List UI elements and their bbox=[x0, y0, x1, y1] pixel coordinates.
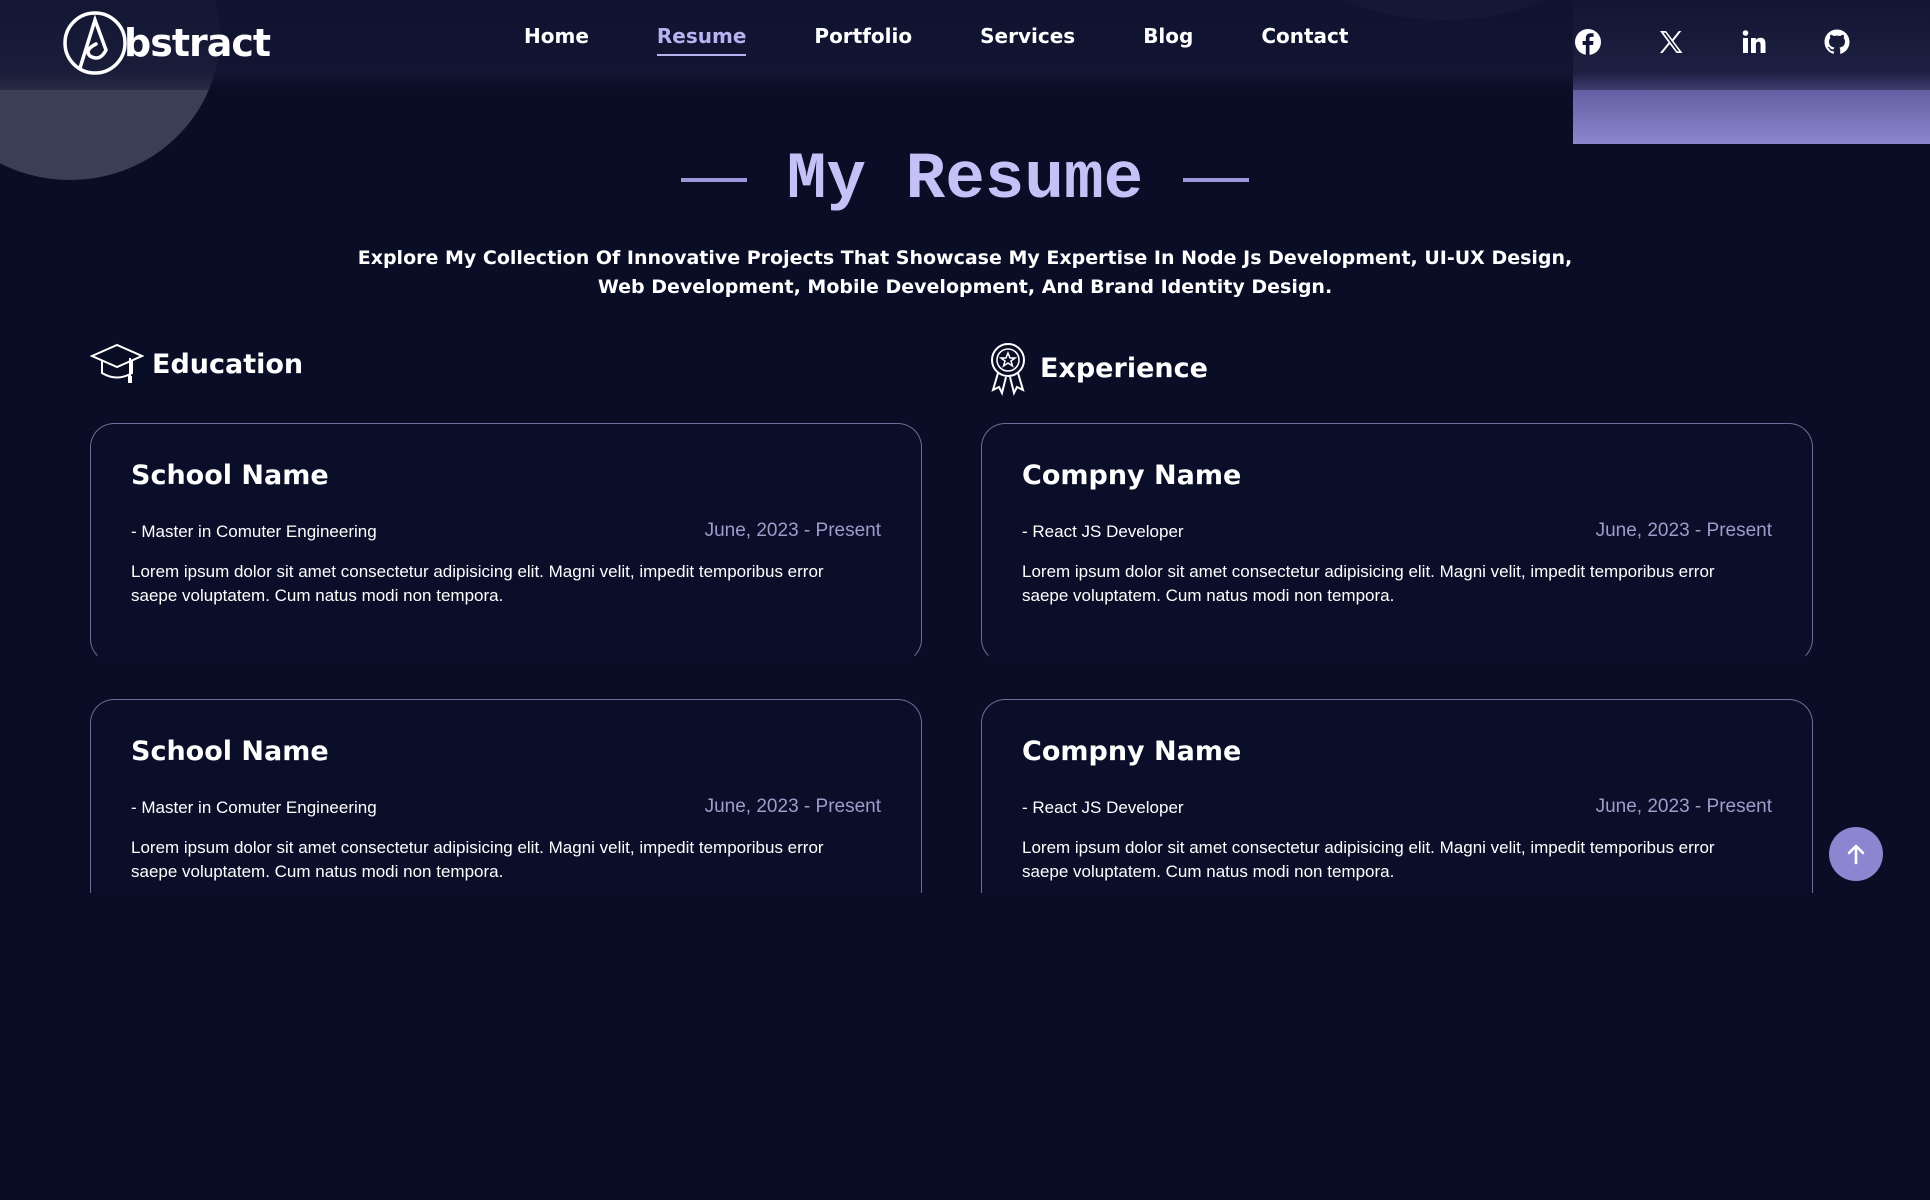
description: Lorem ipsum dolor sit amet consectetur a… bbox=[1022, 562, 1715, 605]
experience-card: Compny Name - React JS Developer June, 2… bbox=[981, 423, 1813, 663]
date-range: June, 2023 - Present bbox=[704, 520, 881, 541]
resume-cards-area: School Name - Master in Comuter Engineer… bbox=[0, 0, 1930, 893]
degree: - Master in Comuter Engineering bbox=[131, 522, 377, 541]
job-role: - React JS Developer bbox=[1022, 798, 1184, 817]
scroll-to-top-button[interactable] bbox=[1829, 827, 1883, 881]
arrow-up-icon bbox=[1847, 844, 1865, 865]
date-range: June, 2023 - Present bbox=[1595, 796, 1772, 817]
date-range: June, 2023 - Present bbox=[704, 796, 881, 817]
company-name: Compny Name bbox=[1022, 460, 1242, 491]
experience-card: Compny Name - React JS Developer June, 2… bbox=[981, 699, 1813, 893]
school-name: School Name bbox=[131, 736, 329, 767]
description: Lorem ipsum dolor sit amet consectetur a… bbox=[1022, 838, 1715, 881]
description: Lorem ipsum dolor sit amet consectetur a… bbox=[131, 838, 824, 881]
company-name: Compny Name bbox=[1022, 736, 1242, 767]
date-range: June, 2023 - Present bbox=[1595, 520, 1772, 541]
job-role: - React JS Developer bbox=[1022, 522, 1184, 541]
degree: - Master in Comuter Engineering bbox=[131, 798, 377, 817]
school-name: School Name bbox=[131, 460, 329, 491]
education-card: School Name - Master in Comuter Engineer… bbox=[90, 699, 922, 893]
education-card: School Name - Master in Comuter Engineer… bbox=[90, 423, 922, 663]
description: Lorem ipsum dolor sit amet consectetur a… bbox=[131, 562, 824, 605]
